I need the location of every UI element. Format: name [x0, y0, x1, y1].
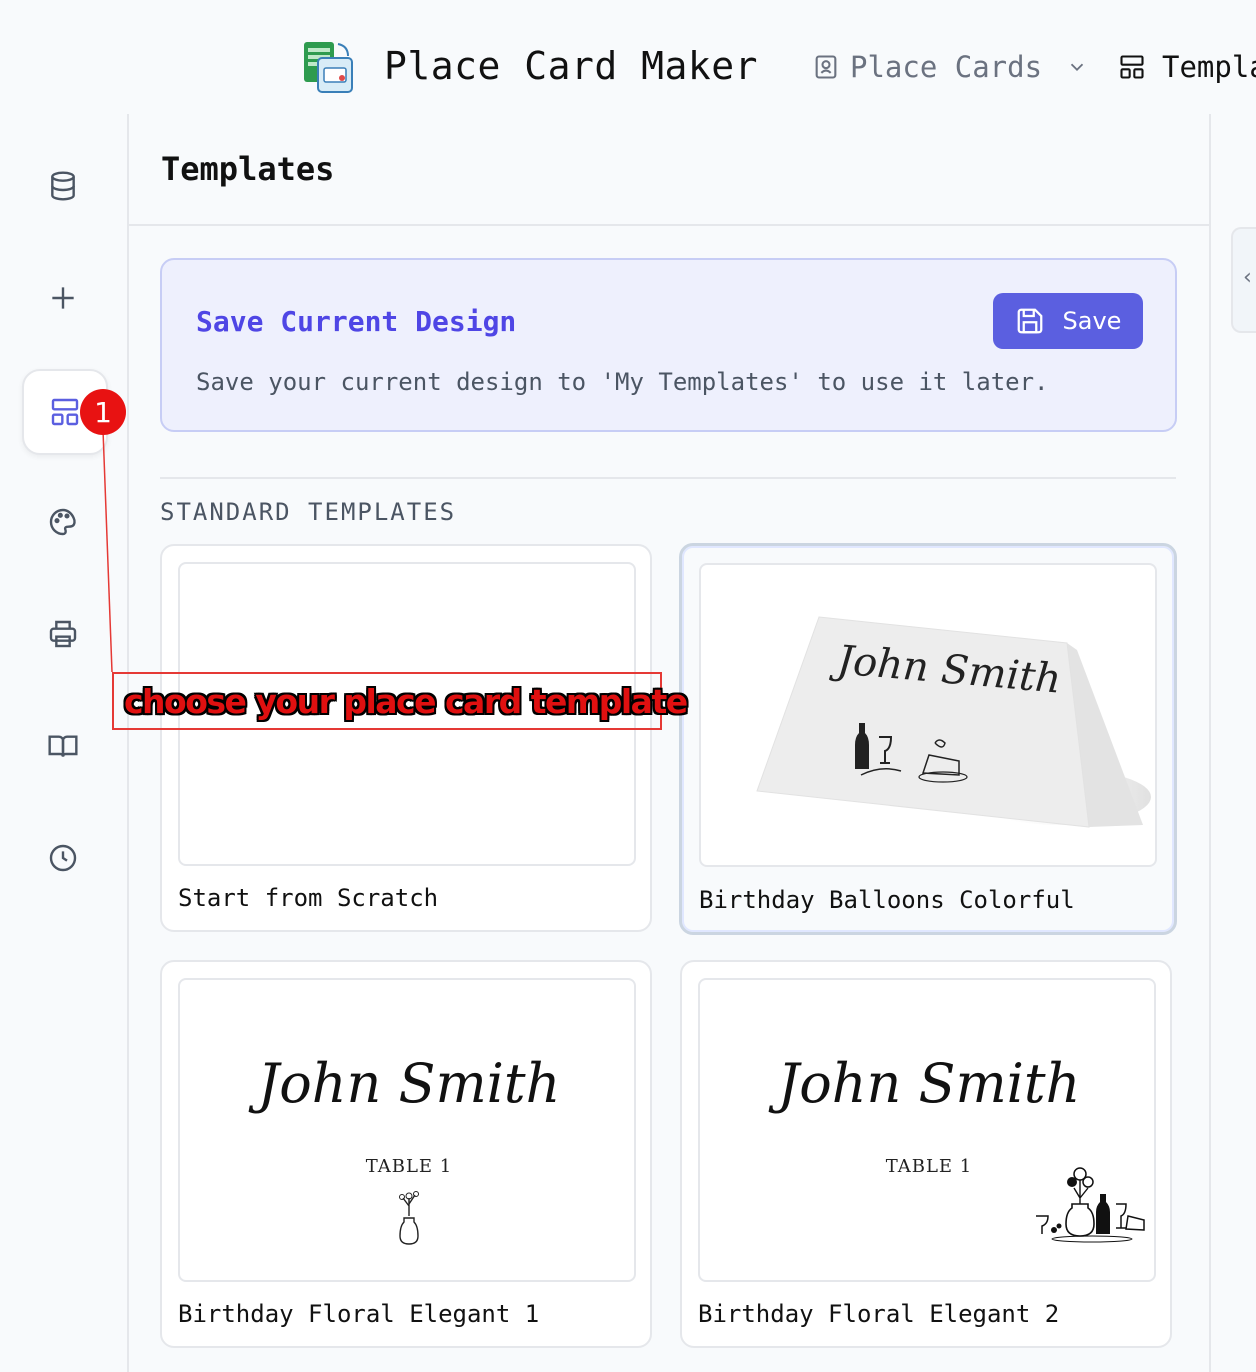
nav-templates[interactable]: Templa — [1118, 50, 1256, 84]
floral-dinner-doodle-icon — [1036, 1167, 1145, 1243]
right-panel-strip: ‹ — [1209, 114, 1256, 1372]
sidebar-item-history[interactable] — [22, 817, 104, 899]
template-name: Birthday Floral Elegant 1 — [178, 1300, 540, 1328]
sidebar-item-design[interactable] — [22, 481, 104, 563]
app-title: Place Card Maker — [384, 44, 759, 88]
template-preview-tent-card: John Smith — [699, 563, 1157, 867]
template-card-birthday-floral-elegant-1[interactable]: John Smith TABLE 1 Birthday Floral Elega… — [160, 960, 652, 1348]
panel-header: Templates — [129, 114, 1209, 226]
flower-vase-icon — [399, 1191, 419, 1245]
preview-guest-name: John Smith — [777, 1052, 1081, 1115]
template-card-birthday-floral-elegant-2[interactable]: John Smith TABLE 1 Birthday Floral Elega… — [680, 960, 1172, 1348]
save-icon — [1017, 308, 1042, 334]
template-preview-floral-1: John Smith TABLE 1 — [178, 978, 636, 1282]
database-icon — [51, 171, 75, 201]
printer-icon — [49, 620, 77, 648]
contact-card-icon — [815, 55, 837, 79]
template-preview-floral-2: John Smith TABLE 1 — [698, 978, 1156, 1282]
left-sidebar — [0, 114, 129, 1372]
save-button-label: Save — [1062, 307, 1122, 335]
annotation-step-badge: 1 — [80, 389, 126, 435]
template-card-start-from-scratch[interactable]: Start from Scratch — [160, 544, 652, 932]
template-card-birthday-balloons-colorful[interactable]: John Smith Birthday Balloons Colorful — [679, 543, 1177, 935]
template-name: Birthday Floral Elegant 2 — [698, 1300, 1060, 1328]
chevron-down-icon — [1070, 63, 1084, 72]
sidebar-item-print[interactable] — [22, 593, 104, 675]
sidebar-item-add[interactable] — [22, 257, 104, 339]
clock-icon — [49, 844, 77, 872]
save-design-card: Save Current Design Save your current de… — [160, 258, 1177, 432]
page-title: Templates — [161, 150, 335, 188]
top-header: Place Card Maker Place Cards Templa — [0, 0, 1256, 114]
template-name: Start from Scratch — [178, 884, 439, 912]
save-button[interactable]: Save — [993, 293, 1143, 349]
preview-guest-name: John Smith — [257, 1052, 561, 1115]
dinner-doodle-icon — [855, 723, 968, 783]
section-label-standard-templates: STANDARD TEMPLATES — [160, 498, 457, 526]
collapse-toggle[interactable]: ‹ — [1231, 227, 1256, 333]
templates-layout-icon — [51, 398, 79, 426]
sidebar-item-guide[interactable] — [22, 705, 104, 787]
preview-table-label: TABLE 1 — [365, 1156, 453, 1177]
annotation-callout-text: choose your place card template — [124, 682, 688, 721]
layout-template-icon — [1120, 55, 1144, 79]
chevron-left-icon: ‹ — [1241, 265, 1255, 290]
nav-place-cards-label: Place Cards — [850, 50, 1043, 84]
app-logo-icon — [298, 38, 360, 98]
save-card-description: Save your current design to 'My Template… — [196, 368, 1049, 396]
save-card-title: Save Current Design — [196, 305, 517, 338]
sidebar-item-data[interactable] — [22, 145, 104, 227]
nav-place-cards-dropdown[interactable]: Place Cards — [812, 50, 1088, 84]
template-name: Birthday Balloons Colorful — [699, 886, 1075, 914]
plus-icon — [52, 287, 74, 309]
section-divider — [160, 477, 1176, 479]
book-icon — [48, 735, 78, 757]
nav-templates-label: Templa — [1162, 50, 1256, 84]
palette-icon — [49, 508, 76, 536]
